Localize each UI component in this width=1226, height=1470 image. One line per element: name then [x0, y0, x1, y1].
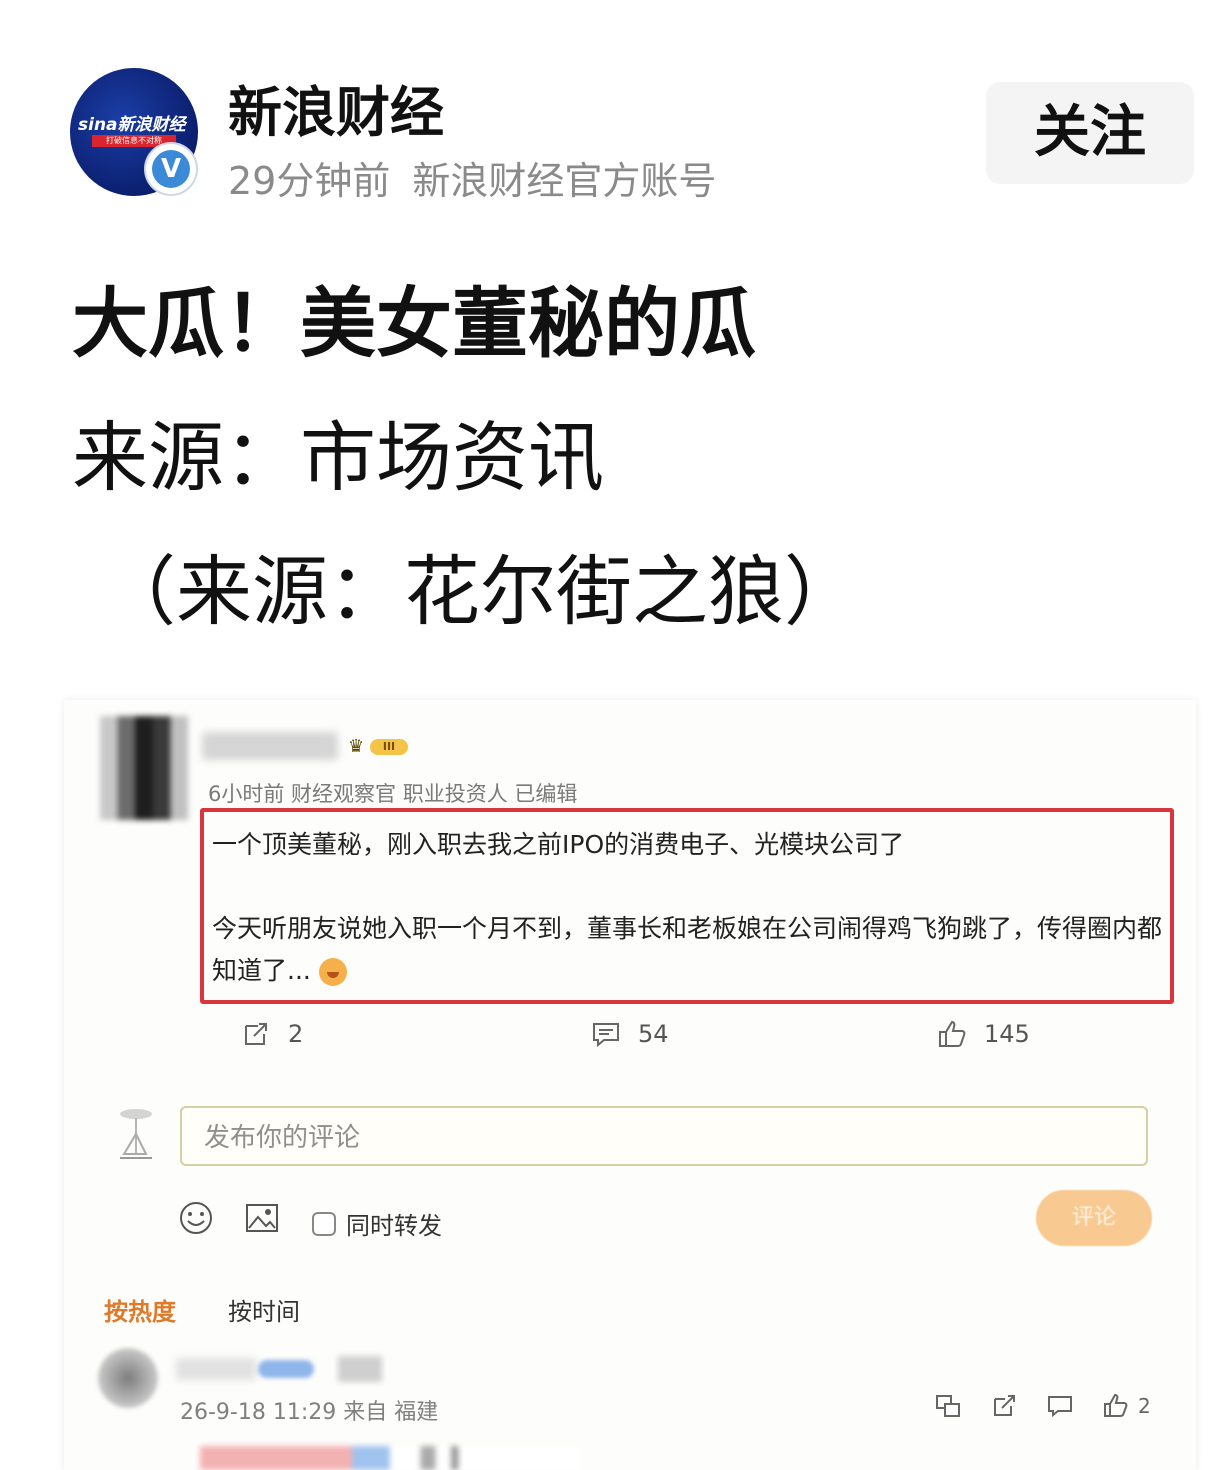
reply-meta: 26-9-18 11:29 来自 福建: [180, 1400, 439, 1425]
comment-action[interactable]: 54: [590, 1018, 669, 1050]
headline-title: 大瓜！美女董秘的瓜: [72, 279, 756, 368]
poster-avatar: [100, 716, 188, 820]
post-time: 29分钟前: [228, 159, 391, 203]
account-description: 新浪财经官方账号: [412, 159, 717, 203]
level-badge: III: [370, 739, 408, 755]
repost-checkbox[interactable]: 同时转发: [312, 1206, 442, 1241]
repost-icon: [245, 1023, 267, 1045]
account-name[interactable]: 新浪财经: [228, 68, 444, 147]
next-reply-blurred: [200, 1446, 580, 1470]
post-paragraph-2: 今天听朋友说她入职一个月不到，董事长和老板娘在公司闹得鸡飞狗跳了，传得圈内都知道…: [212, 914, 1163, 985]
poster-name-blurred: [202, 732, 338, 760]
repost-count: 2: [288, 1020, 304, 1048]
sort-by-popularity-tab[interactable]: 按热度: [104, 1292, 176, 1327]
comment-count: 54: [638, 1020, 669, 1048]
reply-repost-icon[interactable]: [990, 1392, 1018, 1420]
post-meta: 6小时前 财经观察官 职业投资人 已编辑: [208, 782, 578, 806]
reply-like-icon[interactable]: [1102, 1392, 1130, 1420]
sort-by-time-tab[interactable]: 按时间: [228, 1292, 300, 1327]
post-paragraph-1: 一个顶美董秘，刚入职去我之前IPO的消费电子、光模块公司了: [212, 830, 905, 859]
embedded-weibo-screenshot: ♛ III 6小时前 财经观察官 职业投资人 已编辑 一个顶美董秘，刚入职去我之…: [64, 700, 1196, 1470]
headline-original-source: （来源：花尔街之狼）: [100, 547, 860, 636]
repost-checkbox-label: 同时转发: [346, 1212, 442, 1240]
reply-comment-icon[interactable]: [1046, 1392, 1074, 1420]
comment-icon: [593, 1023, 619, 1048]
reply-avatar: [98, 1348, 158, 1408]
image-upload-icon[interactable]: [244, 1200, 280, 1236]
sina-logo: sina新浪财经: [78, 115, 186, 135]
membership-badge: ♛ III: [348, 736, 410, 758]
highlighted-post-body: 一个顶美董秘，刚入职去我之前IPO的消费电子、光模块公司了 今天听朋友说她入职一…: [200, 808, 1174, 1004]
checkbox-box[interactable]: [312, 1211, 336, 1236]
reply-badge-blurred: [258, 1360, 314, 1378]
reply-actions: 2: [934, 1392, 1151, 1420]
follow-button[interactable]: 关注: [986, 82, 1194, 184]
post-text: 一个顶美董秘，刚入职去我之前IPO的消费电子、光模块公司了 今天听朋友说她入职一…: [212, 824, 1162, 992]
emoji-icon: [318, 958, 347, 986]
reply-extra-blurred: [338, 1356, 382, 1382]
user-avatar-icon: [120, 1109, 152, 1159]
verified-badge-icon: V: [146, 144, 196, 194]
crown-icon: ♛: [348, 736, 365, 757]
comment-input[interactable]: 发布你的评论: [180, 1106, 1148, 1166]
translate-icon[interactable]: [934, 1392, 962, 1420]
submit-comment-button[interactable]: 评论: [1036, 1190, 1152, 1246]
reply-like-count: 2: [1138, 1394, 1151, 1418]
reply-name-blurred: [176, 1358, 256, 1380]
thumbs-up-icon: [939, 1020, 966, 1047]
headline-source: 来源：市场资讯: [72, 413, 604, 502]
like-count: 145: [984, 1020, 1030, 1048]
like-action[interactable]: 145: [936, 1018, 1030, 1050]
repost-action[interactable]: 2: [240, 1018, 303, 1050]
account-meta: 29分钟前 新浪财经官方账号: [228, 150, 716, 205]
verified-mark: V: [152, 150, 190, 188]
emoji-picker-icon[interactable]: [178, 1200, 214, 1236]
